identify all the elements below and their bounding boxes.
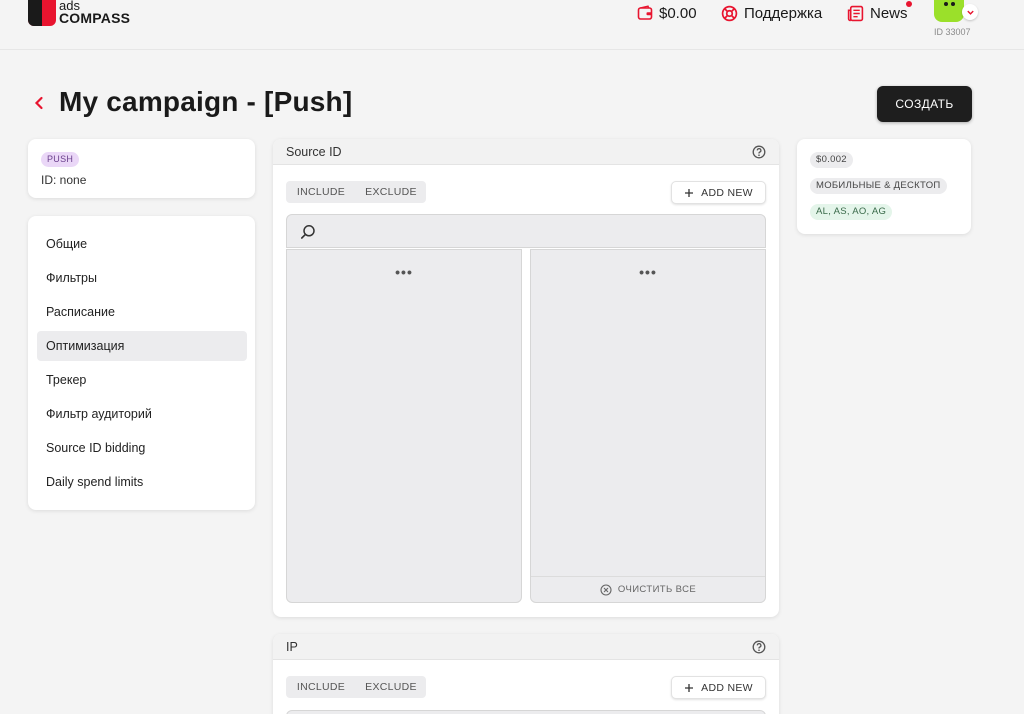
top-bar: ads COMPASS $0.00 Поддержка News ID 3300… [0,0,1024,50]
device-chip: МОБИЛЬНЫЕ & ДЕСКТОП [810,178,947,194]
exclude-tab[interactable]: EXCLUDE [356,676,426,698]
wallet-icon [637,5,653,20]
newspaper-icon [847,5,864,21]
settings-menu: Общие Фильтры Расписание Оптимизация Тре… [28,216,255,510]
ip-search[interactable] [286,710,766,714]
source-search [286,214,766,248]
include-exclude-toggle: INCLUDE EXCLUDE [286,181,426,203]
page-title: My campaign - [Push] [59,86,353,117]
menu-item-daily-spend-limits[interactable]: Daily spend limits [37,467,247,497]
chevron-left-icon [34,96,43,110]
include-tab[interactable]: INCLUDE [286,181,356,203]
geo-chip: AL, AS, AO, AG [810,204,893,220]
question-circle-icon[interactable] [752,640,766,654]
balance-link[interactable]: $0.00 [637,4,697,22]
search-icon [301,225,315,239]
section-title: Source ID [286,145,342,159]
back-button[interactable] [30,94,48,112]
loading-indicator: ••• [639,264,657,280]
menu-item-filters[interactable]: Фильтры [37,263,247,293]
user-id: ID 33007 [934,27,971,37]
logo-mark-icon [28,0,56,26]
news-notification-dot [905,0,912,7]
exclude-tab[interactable]: EXCLUDE [356,181,426,203]
available-list[interactable]: ••• [286,249,522,603]
selected-list[interactable]: ••• ОЧИСТИТЬ ВСЕ [530,249,766,603]
support-link[interactable]: Поддержка [721,4,822,22]
source-id-section: Source ID INCLUDE EXCLUDE ADD NEW ••• ••… [273,139,779,617]
clear-all-button[interactable]: ОЧИСТИТЬ ВСЕ [531,576,765,602]
ip-section: IP INCLUDE EXCLUDE ADD NEW [273,634,779,714]
campaign-type-card: PUSH ID: none [28,139,255,198]
avatar [934,0,964,22]
search-input[interactable] [325,222,755,242]
lifebuoy-icon [721,5,738,21]
close-circle-icon [600,583,612,596]
plus-icon [685,188,694,197]
loading-indicator: ••• [395,264,413,280]
create-button[interactable]: СОЗДАТЬ [877,86,972,122]
chevron-down-icon[interactable] [962,4,978,20]
section-header: IP [273,634,779,660]
menu-item-general[interactable]: Общие [37,229,247,259]
include-exclude-toggle: INCLUDE EXCLUDE [286,676,426,698]
section-title: IP [286,640,298,654]
campaign-summary-card: $0.002 МОБИЛЬНЫЕ & ДЕСКТОП AL, AS, AO, A… [797,139,971,234]
include-tab[interactable]: INCLUDE [286,676,356,698]
plus-icon [685,683,694,692]
menu-item-optimization[interactable]: Оптимизация [37,331,247,361]
support-label: Поддержка [744,4,823,22]
logo-text-bottom: COMPASS [59,10,131,26]
ads-compass-logo[interactable]: ads COMPASS [28,0,130,28]
add-new-button[interactable]: ADD NEW [671,676,766,699]
question-circle-icon[interactable] [752,145,766,159]
push-badge: PUSH [41,152,80,167]
price-chip: $0.002 [810,152,853,168]
news-link[interactable]: News [847,0,912,22]
user-menu[interactable] [934,0,980,24]
menu-item-schedule[interactable]: Расписание [37,297,247,327]
campaign-id: ID: none [41,173,87,187]
menu-item-audience-filter[interactable]: Фильтр аудиторий [37,399,247,429]
news-label: News [870,4,908,22]
add-new-button[interactable]: ADD NEW [671,181,766,204]
menu-item-source-id-bidding[interactable]: Source ID bidding [37,433,247,463]
menu-item-tracker[interactable]: Трекер [37,365,247,395]
section-header: Source ID [273,139,779,165]
balance-value: $0.00 [659,4,697,22]
